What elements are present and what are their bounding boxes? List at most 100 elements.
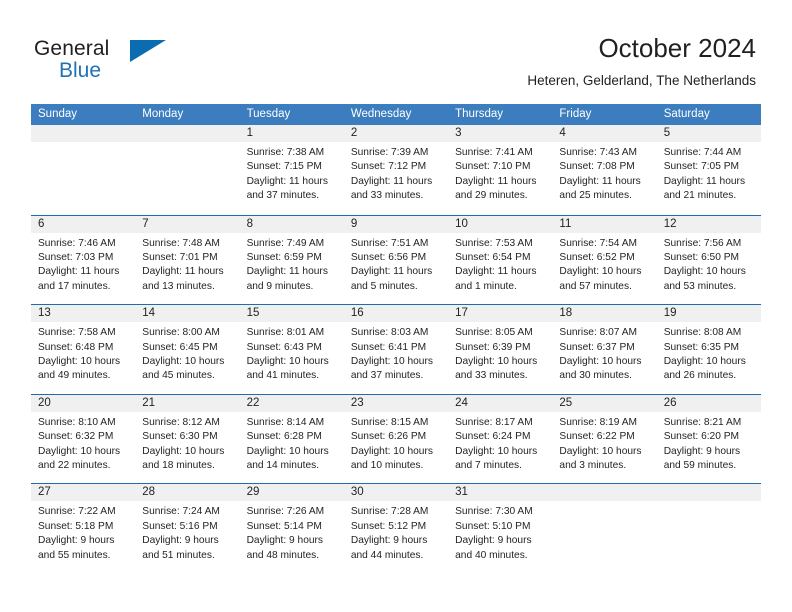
calendar-day-cell[interactable]: 9 Sunrise: 7:51 AM Sunset: 6:56 PM Daylight… [343,215,449,305]
daylight-text-cont: and 53 minutes. [663,280,737,292]
calendar-day-cell[interactable]: 14 Sunrise: 8:00 AM Sunset: 6:45 PM Dayligh… [135,305,240,394]
day-number: 21 [135,394,240,412]
calendar-day-cell[interactable]: 25 Sunrise: 8:19 AM Sunset: 6:22 PM Dayligh… [552,394,657,484]
calendar-day-cell[interactable]: 3 Sunrise: 7:41 AM Sunset: 7:10 PM Daylight… [448,125,553,215]
daylight-text: Daylight: 11 hours [350,175,433,187]
calendar-day-cell[interactable]: 1 Sunrise: 7:38 AM Sunset: 7:15 PM Daylight… [239,125,344,215]
daylight-text-cont: and 7 minutes. [455,460,522,471]
calendar-day-cell[interactable]: 15 Sunrise: 8:01 AM Sunset: 6:43 PM Dayligh… [239,305,344,394]
calendar-day-cell[interactable]: 22 Sunrise: 8:14 AM Sunset: 6:28 PM Dayligh… [239,394,344,484]
day-number: 24 [448,394,553,412]
calendar-day-cell[interactable]: 30 Sunrise: 7:28 AM Sunset: 5:12 PM Dayligh… [343,484,449,573]
daylight-text: Daylight: 9 hours [350,535,428,547]
sunrise-text: Sunrise: 8:12 AM [142,416,220,428]
calendar-day-cell[interactable]: 13 Sunrise: 7:58 AM Sunset: 6:48 PM Dayligh… [31,305,136,394]
sunrise-text: Sunrise: 8:03 AM [350,327,429,339]
sunset-text: Sunset: 6:30 PM [142,431,218,443]
calendar-day-cell[interactable]: 5 Sunrise: 7:44 AM Sunset: 7:05 PM Daylight… [656,125,761,215]
sunrise-text: Sunrise: 8:08 AM [663,327,742,339]
day-details: Sunrise: 7:28 AM Sunset: 5:12 PM Daylight:… [344,501,448,563]
day-details: Sunrise: 8:03 AM Sunset: 6:41 PM Daylight:… [344,322,448,384]
calendar-day-cell[interactable]: 27 Sunrise: 7:22 AM Sunset: 5:18 PM Dayligh… [31,484,136,573]
generalblue-logo[interactable]: General Blue [34,38,244,88]
day-details: Sunrise: 7:56 AM Sunset: 6:50 PM Daylight:… [657,233,761,295]
calendar-day-cell[interactable]: 20 Sunrise: 8:10 AM Sunset: 6:32 PM Dayligh… [31,394,136,484]
calendar-day-cell[interactable]: 2 Sunrise: 7:39 AM Sunset: 7:12 PM Daylight… [343,125,449,215]
day-details [31,142,135,146]
calendar-day-cell[interactable]: 29 Sunrise: 7:26 AM Sunset: 5:14 PM Dayligh… [239,484,344,573]
sunrise-text: Sunrise: 7:49 AM [246,237,325,249]
sunset-text: Sunset: 6:56 PM [350,252,427,263]
sunset-text: Sunset: 7:03 PM [38,252,114,263]
day-details: Sunrise: 7:30 AM Sunset: 5:10 PM Daylight:… [448,501,552,563]
daylight-text: Daylight: 10 hours [38,356,121,367]
daylight-text-cont: and 45 minutes. [142,370,215,382]
day-details: Sunrise: 8:21 AM Sunset: 6:20 PM Daylight:… [657,412,761,474]
day-details: Sunrise: 8:08 AM Sunset: 6:35 PM Daylight:… [657,322,761,384]
sunrise-text: Sunrise: 7:38 AM [246,147,325,158]
day-number: 7 [135,215,240,233]
daylight-text-cont: and 37 minutes. [350,370,424,382]
sunset-text: Sunset: 5:12 PM [350,520,427,532]
day-details: Sunrise: 8:00 AM Sunset: 6:45 PM Daylight:… [135,322,239,384]
calendar-day-cell[interactable]: 28 Sunrise: 7:24 AM Sunset: 5:16 PM Dayligh… [135,484,240,573]
calendar-day-cell[interactable]: 24 Sunrise: 8:17 AM Sunset: 6:24 PM Dayligh… [448,394,553,484]
calendar-day-cell[interactable]: 6 Sunrise: 7:46 AM Sunset: 7:03 PM Daylight… [31,215,136,305]
calendar-day-cell[interactable]: 12 Sunrise: 7:56 AM Sunset: 6:50 PM Dayligh… [656,215,761,305]
sunset-text: Sunset: 6:28 PM [246,431,322,443]
daylight-text-cont: and 17 minutes. [38,280,111,292]
calendar-day-cell[interactable]: 8 Sunrise: 7:49 AM Sunset: 6:59 PM Daylight… [239,215,344,305]
day-number: 29 [239,484,344,502]
calendar-day-cell[interactable]: 17 Sunrise: 8:05 AM Sunset: 6:39 PM Dayligh… [448,305,553,394]
daylight-text: Daylight: 10 hours [559,266,642,278]
sunset-text: Sunset: 6:24 PM [455,431,531,443]
calendar-day-cell[interactable]: 19 Sunrise: 8:08 AM Sunset: 6:35 PM Dayligh… [656,305,761,394]
day-number: 16 [343,305,449,323]
day-details: Sunrise: 7:44 AM Sunset: 7:05 PM Daylight:… [657,142,761,204]
day-number: 23 [343,394,449,412]
calendar-day-cell[interactable]: 7 Sunrise: 7:48 AM Sunset: 7:01 PM Daylight… [135,215,240,305]
sunrise-text: Sunrise: 8:01 AM [246,327,325,339]
calendar-body: 1 Sunrise: 7:38 AM Sunset: 7:15 PM Daylight… [31,125,761,573]
day-number: 22 [239,394,344,412]
calendar-day-cell[interactable]: 16 Sunrise: 8:03 AM Sunset: 6:41 PM Dayligh… [343,305,449,394]
sunset-text: Sunset: 6:41 PM [350,341,427,353]
calendar-day-cell[interactable]: 21 Sunrise: 8:12 AM Sunset: 6:30 PM Dayligh… [135,394,240,484]
calendar-day-cell[interactable]: 23 Sunrise: 8:15 AM Sunset: 6:26 PM Dayligh… [343,394,449,484]
calendar-day-cell[interactable]: 26 Sunrise: 8:21 AM Sunset: 6:20 PM Dayligh… [656,394,761,484]
day-details: Sunrise: 7:46 AM Sunset: 7:03 PM Daylight:… [31,233,135,295]
daylight-text: Daylight: 10 hours [246,356,329,367]
sunrise-text: Sunrise: 8:14 AM [246,416,325,428]
calendar-day-cell[interactable]: 11 Sunrise: 7:54 AM Sunset: 6:52 PM Dayligh… [552,215,657,305]
sunset-text: Sunset: 6:20 PM [663,431,740,443]
calendar-day-cell[interactable]: 31 Sunrise: 7:30 AM Sunset: 5:10 PM Dayligh… [448,484,553,573]
daylight-text: Daylight: 11 hours [38,266,120,278]
sunset-text: Sunset: 6:22 PM [559,431,635,443]
sunrise-text: Sunrise: 8:07 AM [559,327,637,339]
sunset-text: Sunset: 6:52 PM [559,252,635,263]
calendar-day-cell[interactable]: 4 Sunrise: 7:43 AM Sunset: 7:08 PM Daylight… [552,125,657,215]
day-number: 28 [135,484,240,502]
sunrise-text: Sunrise: 8:15 AM [350,416,429,428]
calendar-day-cell[interactable]: 10 Sunrise: 7:53 AM Sunset: 6:54 PM Dayligh… [448,215,553,305]
day-details [552,501,656,505]
sunset-text: Sunset: 6:26 PM [350,431,427,443]
sunset-text: Sunset: 5:18 PM [38,520,114,532]
daylight-text: Daylight: 11 hours [246,175,328,187]
page-title: October 2024 [598,33,756,63]
day-number: 31 [448,484,553,502]
calendar-day-cell[interactable]: 18 Sunrise: 8:07 AM Sunset: 6:37 PM Dayligh… [552,305,657,394]
daylight-text: Daylight: 10 hours [142,445,225,457]
sunrise-text: Sunrise: 8:10 AM [38,416,116,428]
sunrise-text: Sunrise: 8:17 AM [455,416,533,428]
day-number [135,125,240,142]
sunrise-text: Sunrise: 7:46 AM [38,237,116,249]
daylight-text-cont: and 33 minutes. [350,190,424,202]
day-details: Sunrise: 7:38 AM Sunset: 7:15 PM Daylight:… [240,142,344,204]
calendar-day-cell-empty [31,125,136,215]
day-number: 1 [239,125,344,142]
daylight-text-cont: and 30 minutes. [559,370,632,382]
daylight-text-cont: and 10 minutes. [350,460,424,471]
day-details: Sunrise: 8:19 AM Sunset: 6:22 PM Daylight:… [552,412,656,474]
sunrise-text: Sunrise: 8:00 AM [142,327,220,339]
